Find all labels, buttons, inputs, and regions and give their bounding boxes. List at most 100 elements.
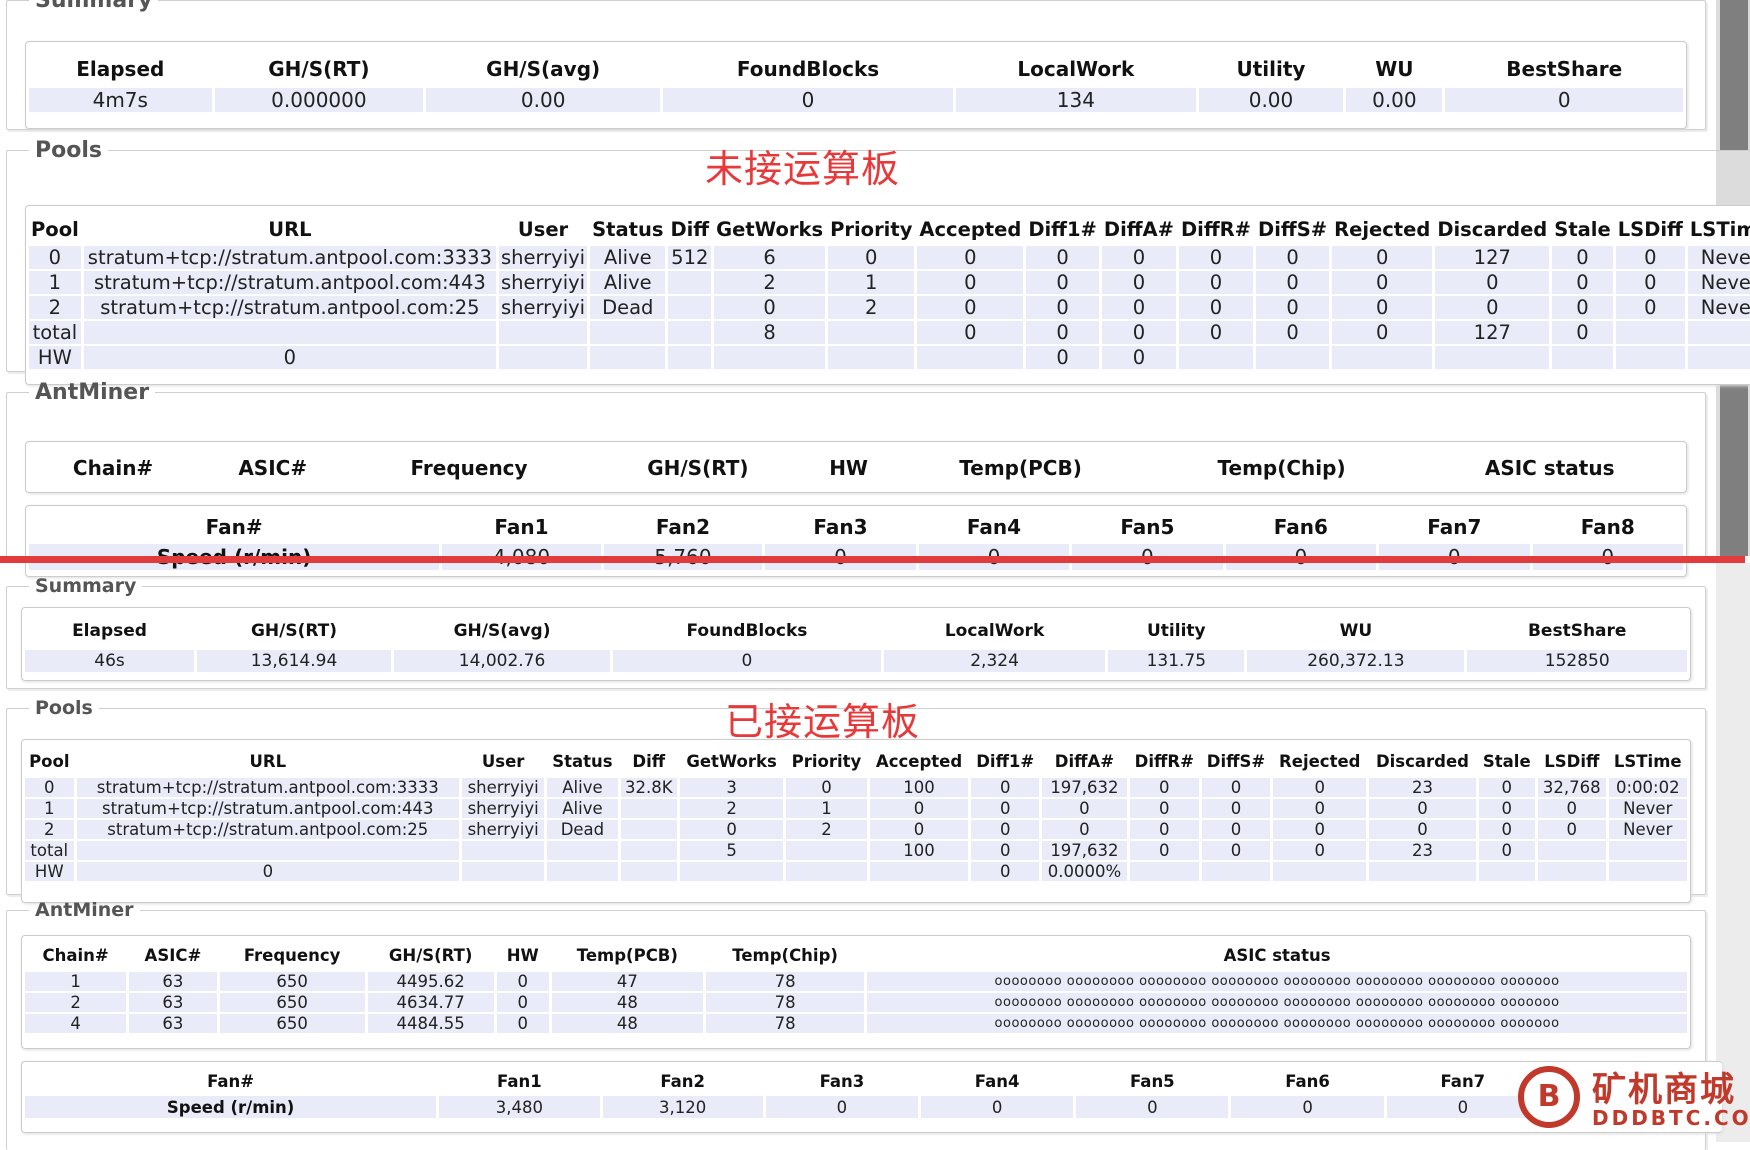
bottom-pools-cell [1608,862,1687,881]
bottom-pools-header: DiffR# [1134,751,1194,771]
top-pools-cell [1256,346,1330,369]
top-pools-header-row: Pool URL User Status Diff GetWorks Priority Acc… [29,214,1750,244]
bottom-pools-cell [679,862,784,881]
bottom-summary-header-cell: BestShare [1527,621,1627,641]
top-pools-cell: 6 [714,246,826,269]
bottom-summary-header-cell: FoundBlocks [686,621,808,641]
bottom-pools-cell [547,841,618,860]
top-pools-row: HW 0 0 0 [29,346,1750,369]
top-chain-header-cell: GH/S(RT) [647,456,749,480]
bottom-pools-cell: 0 [1273,820,1367,839]
bottom-pools-legend: Pools [35,697,93,719]
bottom-pools-cell: 0 [25,778,74,797]
bottom-fan-header-cell: Fan1 [497,1071,542,1091]
top-pools-cell: sherryiyi [498,296,588,319]
top-pools-cell: 0 [1435,296,1550,319]
top-chain-header-cell: Temp(Chip) [1217,456,1346,480]
bottom-pools-cell [620,820,677,839]
bottom-summary-header-cell: GH/S(avg) [453,621,551,641]
top-pools-grid: Pool URL User Status Diff GetWorks Priority Acc… [26,212,1750,371]
bottom-pools-cell: 100 [869,841,969,860]
bottom-pools-cell: 0 [786,778,867,797]
top-pools-header: Diff1# [1028,217,1097,241]
bottom-fan-table: Fan# Fan1 Fan2 Fan3 Fan4 Fan5 Fan6 Fan7 Speed (… [21,1061,1722,1133]
top-pools-cell: 0 [1179,271,1254,294]
top-pools-cell [668,321,712,344]
bottom-pools-cell [786,841,867,860]
top-pools-cell: 1 [29,271,81,294]
bottom-pools-cell: 23 [1369,778,1476,797]
scrollbar-thumb-top[interactable] [1720,0,1748,150]
top-summary-value-cell: 0.00 [1346,88,1443,112]
top-pools-cell: Never [1687,296,1750,319]
bottom-summary-value-cell: 2,324 [883,650,1106,672]
bottom-pools-cell: total [25,841,74,860]
top-pools-cell: Alive [590,246,666,269]
top-pools-cell: 0 [917,246,1024,269]
top-pools-cell [1687,346,1750,369]
top-pools-cell: 0 [83,346,496,369]
top-summary-header-cell: LocalWork [1017,57,1135,81]
bottom-chain-cell: 0 [496,993,549,1012]
top-pools-cell: 0 [1026,271,1099,294]
top-pools-header: Diff [670,217,710,241]
bottom-pools-row: 0 stratum+tcp://stratum.antpool.com:3333 s… [25,778,1687,797]
bottom-pools-cell: 0 [1478,820,1536,839]
top-pools-cell [1615,346,1685,369]
top-pools-cell: 0 [1256,296,1330,319]
bottom-pools-header-row: Pool URL User Status Diff GetWorks Priority Acc… [25,746,1687,776]
top-pools-header: Pool [31,217,79,241]
top-pools-cell: Never [1687,246,1750,269]
top-pools-header: Stale [1554,217,1611,241]
bottom-pools-cell [786,862,867,881]
bottom-fan-value-row: Speed (r/min) 3,480 3,120 0 0 0 0 0 [25,1096,1539,1118]
bottom-pools-cell: 0 [971,778,1040,797]
bottom-pools-header: LSDiff [1544,751,1600,771]
bottom-fan-header-cell: Fan4 [974,1071,1020,1091]
top-pools-cell: 1 [828,271,915,294]
top-pools-cell: Alive [590,271,666,294]
bottom-chain-grid: Chain# ASIC# Frequency GH/S(RT) HW Temp(PCB) T… [22,938,1690,1035]
top-chain-header-row: Chain# ASIC# Frequency GH/S(RT) HW Temp(PCB) T… [29,450,1683,486]
top-pools-cell: 0 [1332,321,1433,344]
bottom-chain-header: Frequency [243,945,341,965]
top-chain-header-cell: ASIC status [1484,456,1615,480]
bottom-chain-header: Chain# [42,945,109,965]
bottom-pools-header: Priority [791,751,862,771]
bottom-pools-cell: sherryiyi [462,799,545,818]
bottom-fan-header-cell: Fan2 [660,1071,705,1091]
top-pools-cell: total [29,321,81,344]
separator-line [0,556,1745,563]
bottom-fan-value-cell: 3,120 [602,1096,763,1118]
bottom-pools-row: 2 stratum+tcp://stratum.antpool.com:25 she… [25,820,1687,839]
top-summary-header-cell: BestShare [1506,57,1623,81]
top-pools-header: User [517,217,569,241]
scrollbar-bottom[interactable] [1716,563,1750,1142]
top-chain-header-cell: HW [829,456,868,480]
top-summary-grid: Elapsed GH/S(RT) GH/S(avg) FoundBlocks Local… [26,50,1686,114]
bottom-note: 已接运算板 [725,700,921,744]
bottom-pools-cell: 0 [869,799,969,818]
top-pools-cell: Dead [590,296,666,319]
bottom-pools-cell [1273,862,1367,881]
top-pools-row: 2 stratum+tcp://stratum.antpool.com:25 she… [29,296,1750,319]
top-pools-cell: 0 [1179,296,1254,319]
top-fan-header-cell: Fan# [205,515,263,539]
bottom-pools-cell [1129,862,1199,881]
bitcoin-coin-icon: B [1518,1066,1580,1128]
bottom-pools-header: Accepted [875,751,963,771]
bottom-pools-header: Diff [632,751,666,771]
scrollbar-thumb-top-lower[interactable] [1720,372,1748,556]
top-pools-cell: 0 [828,246,915,269]
top-pools-cell: 0 [1256,246,1330,269]
top-pools-cell: 0 [1101,321,1176,344]
top-pools-cell: 0 [1332,271,1433,294]
watermark-title: 矿机商城 [1592,1070,1736,1110]
bottom-fan-value-cell: 0 [1386,1096,1539,1118]
bottom-chain-cell: 4484.55 [367,1014,494,1033]
bottom-pools-cell: 2 [786,820,867,839]
top-note: 未接运算板 [705,147,901,191]
bottom-summary-value-cell: 131.75 [1108,650,1245,672]
bottom-chain-cell: 0 [496,972,549,991]
bottom-chain-header: GH/S(RT) [388,945,473,965]
